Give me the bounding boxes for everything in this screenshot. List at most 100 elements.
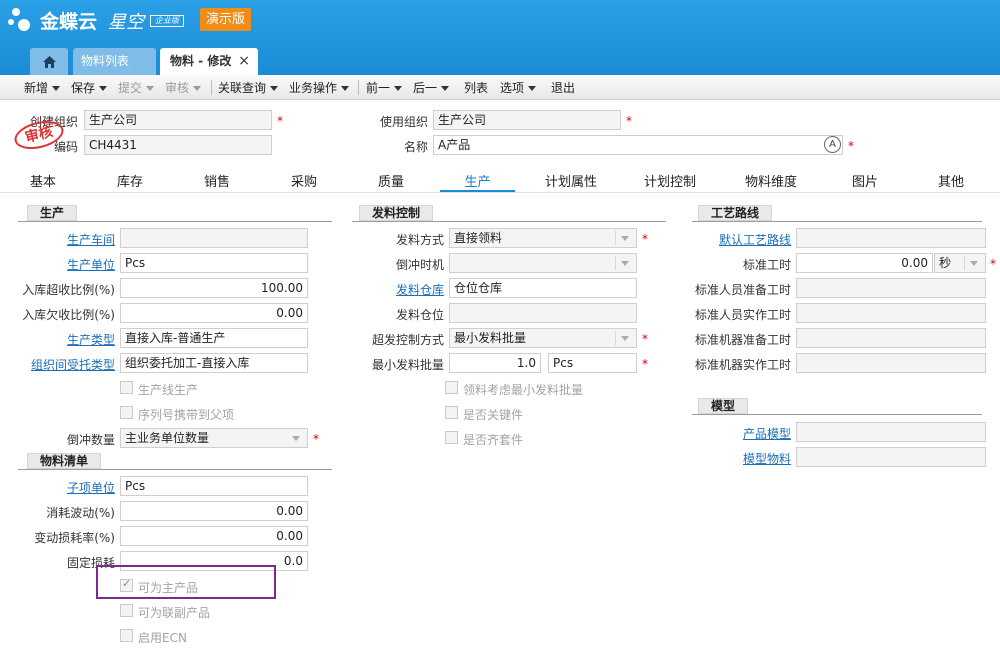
tab-plan-attributes[interactable]: 计划属性 [531, 171, 611, 193]
line-production-checkbox[interactable] [120, 381, 133, 394]
audit-button[interactable]: 审核 [165, 79, 202, 96]
under-receipt-ratio-field[interactable]: 0.00 [120, 303, 308, 323]
tab-quality[interactable]: 质量 [366, 171, 416, 193]
over-issue-control-label: 超发控制方式 [371, 333, 444, 347]
section-production-title: 生产 [27, 205, 78, 221]
section-divider [692, 221, 982, 222]
name-field[interactable]: A产品 [433, 135, 843, 155]
tab-home[interactable] [30, 48, 68, 75]
issue-method-label: 发料方式 [395, 233, 444, 247]
workshop-label[interactable]: 生产车间 [20, 231, 115, 248]
code-field[interactable]: CH4431 [84, 135, 272, 155]
issue-warehouse-field[interactable]: 仓位仓库 [449, 278, 637, 298]
standard-hours-unit-select[interactable]: 秒 [934, 253, 986, 273]
toolbar: 新增 保存 提交 审核 关联查询 业务操作 前一 后一 列表 选项 退出 [0, 75, 1000, 100]
tab-inventory[interactable]: 库存 [105, 171, 155, 193]
tab-material-edit[interactable]: 物料 - 修改 × [160, 48, 258, 75]
previous-button[interactable]: 前一 [366, 79, 403, 96]
app-header: 金蝶云 星空 企业版 演示版 物料列表 物料 - 修改 × [0, 0, 1000, 75]
sub-unit-field[interactable]: Pcs [120, 476, 308, 496]
create-org-field[interactable]: 生产公司 [84, 110, 272, 130]
production-unit-label[interactable]: 生产单位 [20, 256, 115, 273]
tab-production[interactable]: 生产 [440, 171, 515, 193]
chevron-down-icon [441, 86, 450, 91]
tab-sales[interactable]: 销售 [192, 171, 242, 193]
tab-other[interactable]: 其他 [926, 171, 976, 193]
language-icon[interactable]: A [824, 136, 841, 153]
new-button[interactable]: 新增 [24, 79, 61, 96]
model-material-field[interactable] [796, 447, 986, 467]
backflush-qty-select[interactable]: 主业务单位数量 [120, 428, 308, 448]
standard-hours-label: 标准工时 [742, 258, 791, 272]
std-actual-hours-field[interactable] [796, 303, 986, 323]
key-part-checkbox[interactable] [445, 406, 458, 419]
std-prep-hours-field[interactable] [796, 278, 986, 298]
over-issue-control-select[interactable]: 最小发料批量 [449, 328, 637, 348]
tab-material-dimension[interactable]: 物料维度 [731, 171, 811, 193]
highlight-box [96, 565, 276, 599]
save-button[interactable]: 保存 [71, 79, 108, 96]
co-product-checkbox[interactable] [120, 604, 133, 617]
issue-location-field[interactable] [449, 303, 637, 323]
related-query-button[interactable]: 关联查询 [218, 79, 279, 96]
loss-wave-field[interactable]: 0.00 [120, 501, 308, 521]
issue-warehouse-label[interactable]: 发料仓库 [350, 281, 444, 298]
issue-method-select[interactable]: 直接领料 [449, 228, 637, 248]
section-model-title: 模型 [698, 398, 749, 414]
model-material-label[interactable]: 模型物料 [690, 450, 791, 467]
under-receipt-ratio-label: 入库欠收比例(%) [22, 308, 115, 322]
tab-images[interactable]: 图片 [840, 171, 890, 193]
kit-part-checkbox[interactable] [445, 431, 458, 444]
home-icon [42, 55, 56, 68]
default-route-field[interactable] [796, 228, 986, 248]
demo-badge[interactable]: 演示版 [200, 8, 251, 31]
std-prep-hours-label: 标准人员准备工时 [694, 283, 791, 297]
variable-loss-field[interactable]: 0.00 [120, 526, 308, 546]
next-button[interactable]: 后一 [413, 79, 450, 96]
submit-button[interactable]: 提交 [118, 79, 155, 96]
machine-prep-hours-field[interactable] [796, 328, 986, 348]
consign-type-field[interactable]: 组织委托加工-直接入库 [120, 353, 308, 373]
use-org-label: 使用组织 [379, 115, 428, 129]
tab-material-list[interactable]: 物料列表 [73, 48, 156, 75]
close-icon[interactable]: × [238, 48, 250, 75]
serial-to-parent-checkbox[interactable] [120, 406, 133, 419]
business-ops-button[interactable]: 业务操作 [289, 79, 350, 96]
standard-hours-field[interactable]: 0.00 [796, 253, 933, 273]
chevron-down-icon [341, 86, 350, 91]
product-model-field[interactable] [796, 422, 986, 442]
required-mark: * [642, 332, 648, 346]
tab-basic[interactable]: 基本 [18, 171, 68, 193]
key-part-label: 是否关键件 [463, 408, 524, 422]
sub-unit-label[interactable]: 子项单位 [20, 479, 115, 496]
exit-button[interactable]: 退出 [551, 79, 575, 96]
std-actual-hours-label: 标准人员实作工时 [694, 308, 791, 322]
backflush-time-select[interactable] [449, 253, 637, 273]
workshop-field[interactable] [120, 228, 308, 248]
consider-min-batch-checkbox[interactable] [445, 381, 458, 394]
tab-plan-control[interactable]: 计划控制 [630, 171, 710, 193]
min-issue-batch-unit[interactable]: Pcs [548, 353, 637, 373]
required-mark: * [990, 257, 996, 271]
min-issue-batch-field[interactable]: 1.0 [449, 353, 541, 373]
required-mark: * [642, 232, 648, 246]
required-mark: * [626, 114, 632, 128]
toolbar-divider [358, 80, 359, 95]
product-model-label[interactable]: 产品模型 [690, 425, 791, 442]
production-type-label[interactable]: 生产类型 [20, 331, 115, 348]
tab-purchase[interactable]: 采购 [279, 171, 329, 193]
chevron-down-icon [99, 86, 108, 91]
use-org-field[interactable]: 生产公司 [433, 110, 621, 130]
options-button[interactable]: 选项 [500, 79, 537, 96]
consider-min-batch-label: 领料考虑最小发料批量 [463, 383, 584, 397]
production-type-field[interactable]: 直接入库-普通生产 [120, 328, 308, 348]
section-divider [692, 414, 982, 415]
machine-actual-hours-field[interactable] [796, 353, 986, 373]
default-route-label[interactable]: 默认工艺路线 [690, 231, 791, 248]
consign-type-label[interactable]: 组织间受托类型 [20, 356, 115, 373]
production-unit-field[interactable]: Pcs [120, 253, 308, 273]
list-button[interactable]: 列表 [464, 79, 488, 96]
over-receipt-ratio-field[interactable]: 100.00 [120, 278, 308, 298]
issue-location-label: 发料仓位 [395, 308, 444, 322]
enable-ecn-checkbox[interactable] [120, 629, 133, 642]
